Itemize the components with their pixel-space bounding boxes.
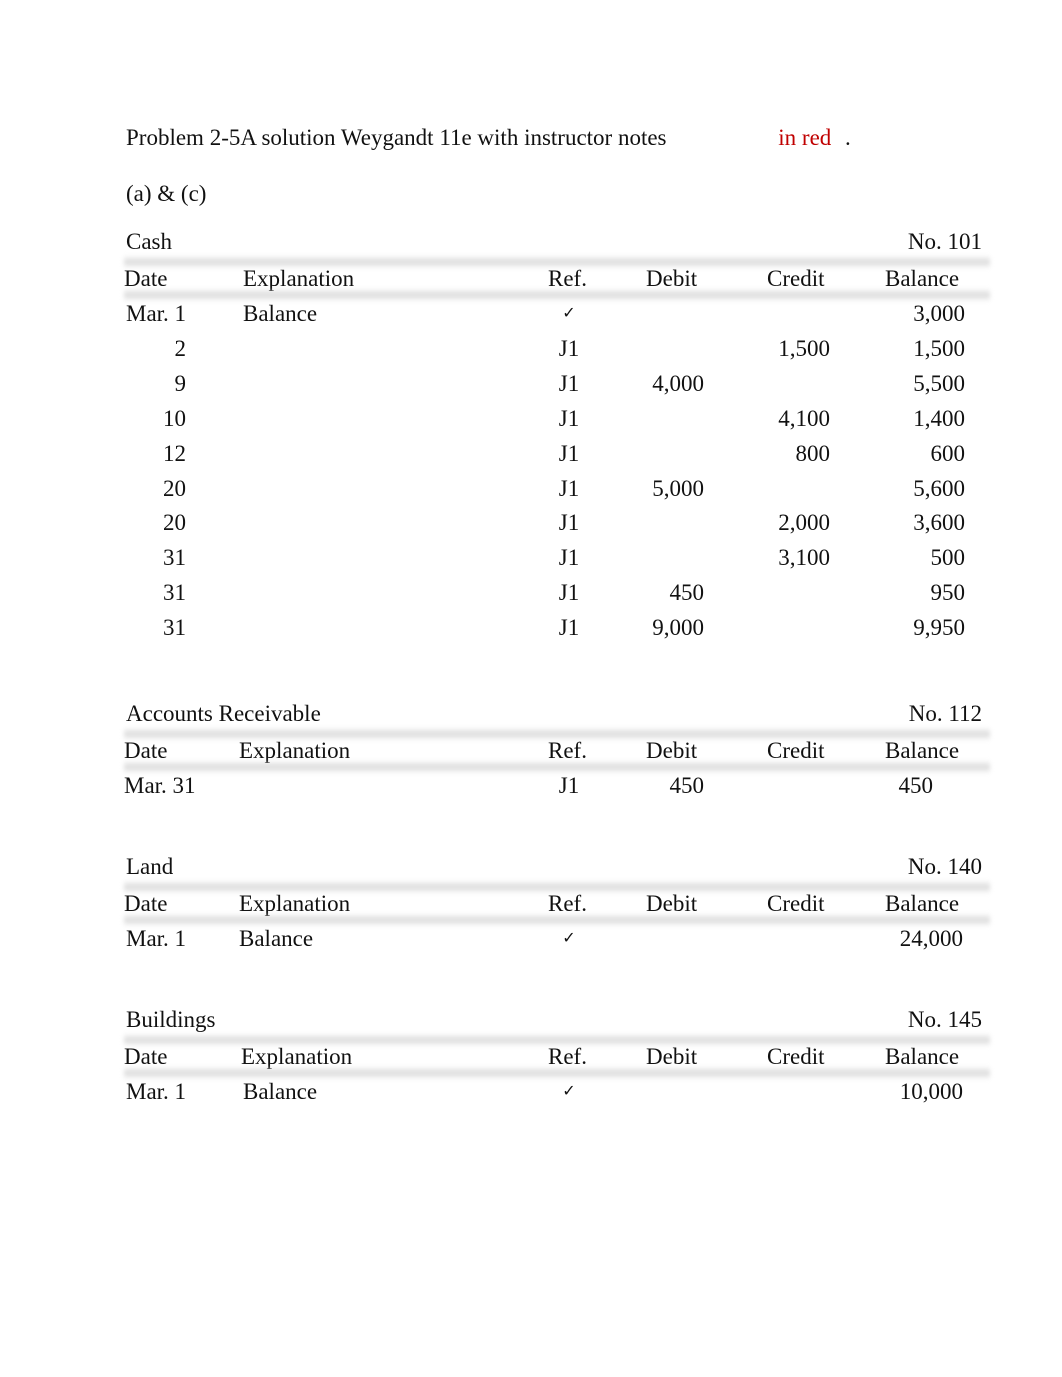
row-date: 12 — [163, 440, 186, 466]
row-balance: 1,500 — [913, 335, 965, 361]
row-explanation: Balance — [243, 1079, 318, 1104]
account-number: No. 112 — [908, 701, 982, 726]
header-ref: Ref. — [548, 738, 587, 763]
row-date: Mar. 1 — [126, 926, 187, 951]
row-date: 20 — [163, 475, 186, 501]
row-credit: 3,100 — [778, 545, 830, 571]
row-balance: 5,600 — [913, 475, 965, 501]
row-date: 20 — [163, 510, 186, 536]
account-number: No. 145 — [907, 1007, 982, 1032]
separator — [124, 1066, 990, 1080]
document-title: Problem 2-5A solution Weygandt 11e with … — [126, 126, 851, 149]
account-name: Land — [126, 854, 174, 879]
account-number: No. 140 — [907, 854, 982, 879]
separator — [124, 288, 990, 302]
row-date: 10 — [163, 405, 186, 431]
row-ref: J1 — [558, 475, 580, 501]
header-ref: Ref. — [548, 891, 587, 916]
header-credit: Credit — [767, 891, 825, 916]
row-debit: 450 — [669, 580, 705, 606]
row-balance: 950 — [930, 580, 966, 606]
checkmark-icon: ✓ — [562, 303, 576, 322]
row-date: 31 — [163, 580, 186, 606]
row-balance: 1,400 — [913, 405, 965, 431]
header-credit: Credit — [767, 738, 825, 763]
title-end: . — [845, 125, 851, 150]
header-date: Date — [124, 1044, 168, 1069]
header-ref: Ref. — [548, 1044, 587, 1069]
header-debit: Debit — [646, 266, 698, 291]
header-date: Date — [124, 738, 168, 763]
row-balance: 9,950 — [913, 615, 965, 641]
row-date: Mar. 1 — [126, 1079, 187, 1104]
row-balance: 3,000 — [913, 301, 965, 326]
separator — [124, 760, 990, 774]
row-balance: 500 — [930, 545, 966, 571]
header-date: Date — [124, 891, 168, 916]
row-explanation: Balance — [243, 301, 318, 326]
header-credit: Credit — [767, 1044, 825, 1069]
account-name: Cash — [126, 229, 172, 254]
row-ref: J1 — [558, 405, 580, 431]
row-date: Mar. 1 — [126, 301, 187, 326]
checkmark-icon: ✓ — [562, 928, 576, 947]
header-date: Date — [124, 266, 168, 291]
header-balance: Balance — [885, 266, 960, 291]
account-number: No. 101 — [907, 229, 982, 254]
header-balance: Balance — [885, 738, 960, 763]
header-balance: Balance — [885, 891, 960, 916]
row-credit: 800 — [795, 440, 831, 466]
row-ref: J1 — [558, 615, 580, 641]
row-ref: J1 — [558, 545, 580, 571]
header-balance: Balance — [885, 1044, 960, 1069]
header-ref: Ref. — [548, 266, 587, 291]
row-ref: J1 — [558, 580, 580, 606]
row-ref: J1 — [558, 510, 580, 536]
account-name: Buildings — [126, 1007, 216, 1032]
part-label: (a) & (c) — [126, 181, 207, 206]
row-balance: 600 — [930, 440, 966, 466]
row-balance: 5,500 — [913, 370, 965, 396]
header-credit: Credit — [767, 266, 825, 291]
header-debit: Debit — [646, 1044, 698, 1069]
account-name: Accounts Receivable — [126, 701, 321, 726]
row-explanation: Balance — [239, 926, 314, 951]
row-balance: 10,000 — [899, 1079, 963, 1104]
header-explanation: Explanation — [239, 738, 351, 763]
header-debit: Debit — [646, 891, 698, 916]
row-date: 9 — [174, 370, 187, 396]
row-date: Mar. 31 — [124, 773, 196, 798]
row-balance: 450 — [898, 773, 934, 798]
row-credit: 1,500 — [778, 335, 830, 361]
row-debit: 9,000 — [652, 615, 704, 641]
header-explanation: Explanation — [243, 266, 355, 291]
row-date: 31 — [163, 545, 186, 571]
row-balance: 24,000 — [899, 926, 963, 951]
title-red-note: in red — [778, 125, 832, 150]
header-explanation: Explanation — [241, 1044, 353, 1069]
header-explanation: Explanation — [239, 891, 351, 916]
row-debit: 450 — [669, 773, 705, 798]
row-credit: 4,100 — [778, 405, 830, 431]
row-balance: 3,600 — [913, 510, 965, 536]
row-ref: J1 — [558, 773, 580, 798]
row-credit: 2,000 — [778, 510, 830, 536]
row-ref: J1 — [558, 370, 580, 396]
header-debit: Debit — [646, 738, 698, 763]
row-ref: J1 — [558, 335, 580, 361]
separator — [124, 913, 990, 927]
checkmark-icon: ✓ — [562, 1081, 576, 1100]
row-debit: 4,000 — [652, 370, 704, 396]
row-date: 31 — [163, 615, 186, 641]
title-main: Problem 2-5A solution Weygandt 11e with … — [126, 125, 667, 150]
row-date: 2 — [174, 335, 187, 361]
row-ref: J1 — [558, 440, 580, 466]
row-debit: 5,000 — [652, 475, 704, 501]
